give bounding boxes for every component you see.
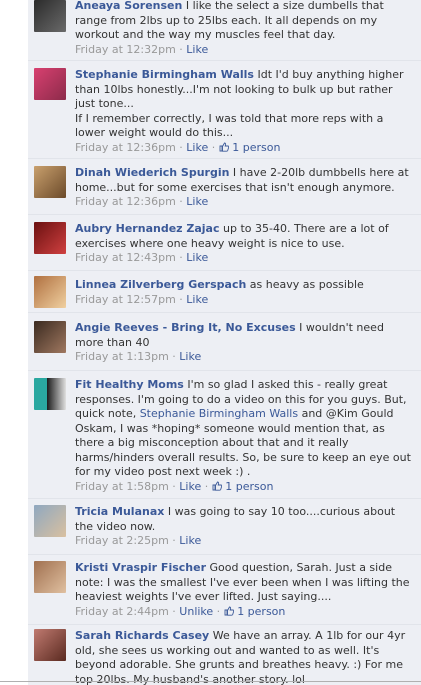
avatar[interactable] <box>34 561 66 593</box>
commenter-name[interactable]: Kristi Vraspir Fischer <box>75 561 206 574</box>
timestamp[interactable]: Friday at 12:57pm <box>75 293 176 306</box>
thumbs-up-icon <box>212 481 222 491</box>
commenter-name[interactable]: Sarah Richards Casey <box>75 629 209 642</box>
commenter-name[interactable]: Linnea Zilverberg Gerspach <box>75 278 246 291</box>
comment: Fit Healthy Moms I'm so glad I asked thi… <box>28 370 421 499</box>
comment-meta: Friday at 12:43pm · Like <box>75 251 209 264</box>
comment-text: I'm so glad I asked this - really great … <box>75 378 411 478</box>
mention-link[interactable]: Stephanie Birmingham Walls <box>140 407 298 420</box>
comment-thread: Aneaya Sorensen I like the select a size… <box>28 0 421 685</box>
timestamp[interactable]: Friday at 2:25pm <box>75 534 169 547</box>
comment: Sarah Richards Casey We have an array. A… <box>28 624 421 685</box>
like-button[interactable]: Like <box>179 350 201 363</box>
comment: Aubry Hernandez Zajac up to 35-40. There… <box>28 214 421 271</box>
timestamp[interactable]: Friday at 12:36pm <box>75 195 176 208</box>
comment-meta: Friday at 1:13pm · Like <box>75 350 202 363</box>
like-count[interactable]: 1 person <box>219 141 280 154</box>
avatar[interactable] <box>34 629 66 661</box>
comment: Linnea Zilverberg Gerspach as heavy as p… <box>28 270 421 313</box>
timestamp[interactable]: Friday at 1:58pm <box>75 480 169 493</box>
commenter-name[interactable]: Tricia Mulanax <box>75 505 164 518</box>
comment: Angie Reeves - Bring It, No Excuses I wo… <box>28 312 421 371</box>
comment: Stephanie Birmingham Walls Idt I'd buy a… <box>28 60 421 159</box>
like-button[interactable]: Like <box>186 141 208 154</box>
comment: Tricia Mulanax I was going to say 10 too… <box>28 498 421 555</box>
unlike-button[interactable]: Unlike <box>179 605 213 618</box>
like-button[interactable]: Like <box>179 534 201 547</box>
comment-meta: Friday at 1:58pm · Like · 1 person <box>75 479 274 493</box>
like-button[interactable]: Like <box>186 43 208 56</box>
comment-meta: Friday at 12:32pm · Like <box>75 42 209 56</box>
timestamp[interactable]: Friday at 12:43pm <box>75 251 176 264</box>
like-button[interactable]: Like <box>186 293 208 306</box>
commenter-name[interactable]: Fit Healthy Moms <box>75 378 184 391</box>
commenter-name[interactable]: Aubry Hernandez Zajac <box>75 222 220 235</box>
like-count[interactable]: 1 person <box>224 605 285 618</box>
avatar[interactable] <box>34 321 66 353</box>
commenter-name[interactable]: Dinah Wiederich Spurgin <box>75 166 229 179</box>
avatar[interactable] <box>34 0 66 32</box>
avatar[interactable] <box>34 68 66 100</box>
comment-meta: Friday at 12:36pm · Like <box>75 195 209 208</box>
comment: Dinah Wiederich Spurgin I have 2-20lb du… <box>28 158 421 215</box>
like-count[interactable]: 1 person <box>212 480 273 493</box>
divider <box>0 681 421 682</box>
comment-meta: Friday at 12:57pm · Like <box>75 292 209 306</box>
avatar[interactable] <box>34 276 66 308</box>
comment-meta: Friday at 2:25pm · Like <box>75 534 202 547</box>
timestamp[interactable]: Friday at 1:13pm <box>75 350 169 363</box>
timestamp[interactable]: Friday at 12:36pm <box>75 141 176 154</box>
thumbs-up-icon <box>219 142 229 152</box>
commenter-name[interactable]: Angie Reeves - Bring It, No Excuses <box>75 321 296 334</box>
comment-meta: Friday at 12:36pm · Like · 1 person <box>75 140 281 154</box>
avatar[interactable] <box>34 378 66 410</box>
timestamp[interactable]: Friday at 12:32pm <box>75 43 176 56</box>
commenter-name[interactable]: Stephanie Birmingham Walls <box>75 68 254 81</box>
comment: Aneaya Sorensen I like the select a size… <box>28 0 421 61</box>
thumbs-up-icon <box>224 606 234 616</box>
like-button[interactable]: Like <box>179 480 201 493</box>
comment-meta: Friday at 2:44pm · Unlike · 1 person <box>75 604 286 618</box>
comment: Kristi Vraspir Fischer Good question, Sa… <box>28 554 421 625</box>
like-button[interactable]: Like <box>186 251 208 264</box>
timestamp[interactable]: Friday at 2:44pm <box>75 605 169 618</box>
avatar[interactable] <box>34 222 66 254</box>
comment-text: as heavy as possible <box>246 278 364 291</box>
like-button[interactable]: Like <box>186 195 208 208</box>
comment-text-continued: If I remember correctly, I was told that… <box>75 111 384 140</box>
avatar[interactable] <box>34 505 66 537</box>
commenter-name[interactable]: Aneaya Sorensen <box>75 0 182 12</box>
avatar[interactable] <box>34 166 66 198</box>
